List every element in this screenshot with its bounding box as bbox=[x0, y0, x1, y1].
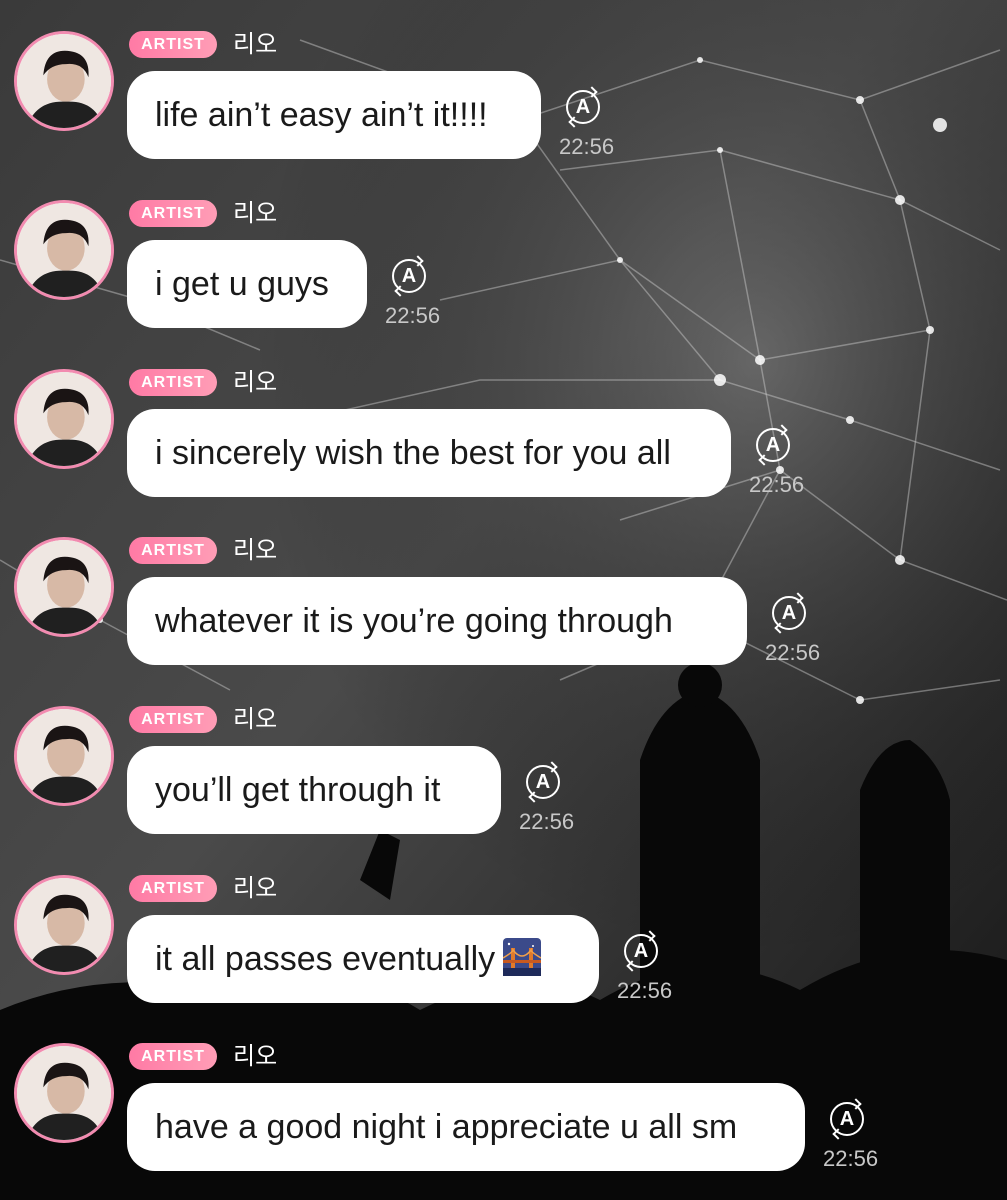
sender-name: 리오 bbox=[233, 199, 278, 227]
chat-message: ARTIST 리오 it all passes eventually A 22:56 bbox=[0, 844, 1007, 1012]
sender-name: 리오 bbox=[233, 368, 278, 396]
artist-badge: ARTIST bbox=[129, 369, 217, 396]
message-time: 22:56 bbox=[765, 640, 821, 665]
chat-message: ARTIST 리오 i get u guys A 22:56 bbox=[0, 169, 1007, 337]
chat-message: ARTIST 리오 you’ll get through it A 22:56 bbox=[0, 675, 1007, 843]
translate-icon[interactable]: A bbox=[526, 765, 560, 799]
artist-avatar[interactable] bbox=[14, 537, 114, 637]
message-time: 22:56 bbox=[749, 472, 805, 497]
message-time: 22:56 bbox=[519, 809, 575, 834]
sender-name: 리오 bbox=[233, 1042, 278, 1070]
message-text: have a good night i appreciate u all sm bbox=[155, 1108, 738, 1146]
sender-name: 리오 bbox=[233, 30, 278, 58]
artist-badge: ARTIST bbox=[129, 706, 217, 733]
message-bubble[interactable]: have a good night i appreciate u all sm bbox=[127, 1083, 805, 1171]
sender-name: 리오 bbox=[233, 536, 278, 564]
artist-avatar[interactable] bbox=[14, 369, 114, 469]
message-text: it all passes eventually bbox=[155, 940, 496, 978]
translate-icon[interactable]: A bbox=[624, 934, 658, 968]
message-time: 22:56 bbox=[559, 134, 615, 159]
chat-message: ARTIST 리오 life ain’t easy ain’t it!!!! A 22:… bbox=[0, 0, 1007, 168]
message-bubble[interactable]: life ain’t easy ain’t it!!!! bbox=[127, 71, 541, 159]
message-text: i sincerely wish the best for you all bbox=[155, 434, 671, 472]
artist-avatar[interactable] bbox=[14, 200, 114, 300]
translate-icon[interactable]: A bbox=[756, 428, 790, 462]
message-time: 22:56 bbox=[617, 978, 673, 1003]
message-time: 22:56 bbox=[385, 303, 441, 328]
artist-badge: ARTIST bbox=[129, 200, 217, 227]
sender-name: 리오 bbox=[233, 705, 278, 733]
message-text: whatever it is you’re going through bbox=[155, 602, 673, 640]
translate-icon[interactable]: A bbox=[830, 1102, 864, 1136]
message-text: you’ll get through it bbox=[155, 771, 441, 809]
message-bubble[interactable]: whatever it is you’re going through bbox=[127, 577, 747, 665]
message-bubble[interactable]: i get u guys bbox=[127, 240, 367, 328]
sender-name: 리오 bbox=[233, 874, 278, 902]
translate-icon[interactable]: A bbox=[772, 596, 806, 630]
artist-avatar[interactable] bbox=[14, 706, 114, 806]
message-text: i get u guys bbox=[155, 265, 329, 303]
artist-avatar[interactable] bbox=[14, 31, 114, 131]
bridge-at-night-emoji bbox=[502, 921, 542, 976]
chat-message: ARTIST 리오 whatever it is you’re going thro… bbox=[0, 506, 1007, 674]
message-bubble[interactable]: i sincerely wish the best for you all bbox=[127, 409, 731, 497]
message-bubble[interactable]: you’ll get through it bbox=[127, 746, 501, 834]
artist-badge: ARTIST bbox=[129, 537, 217, 564]
message-bubble[interactable]: it all passes eventually bbox=[127, 915, 599, 1003]
message-text: life ain’t easy ain’t it!!!! bbox=[155, 96, 488, 134]
chat-message: ARTIST 리오 have a good night i appreciate u… bbox=[0, 1012, 1007, 1180]
artist-avatar[interactable] bbox=[14, 1043, 114, 1143]
artist-badge: ARTIST bbox=[129, 1043, 217, 1070]
chat-message: ARTIST 리오 i sincerely wish the best for yo… bbox=[0, 338, 1007, 506]
artist-badge: ARTIST bbox=[129, 31, 217, 58]
translate-icon[interactable]: A bbox=[392, 259, 426, 293]
artist-avatar[interactable] bbox=[14, 875, 114, 975]
translate-icon[interactable]: A bbox=[566, 90, 600, 124]
artist-badge: ARTIST bbox=[129, 875, 217, 902]
message-time: 22:56 bbox=[823, 1146, 879, 1171]
